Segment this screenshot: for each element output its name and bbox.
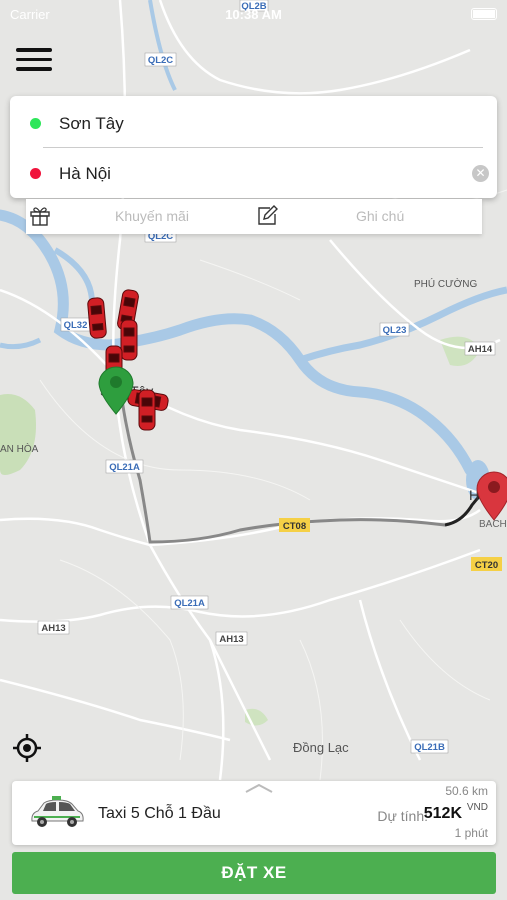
shield-ql32: QL32: [64, 320, 88, 331]
destination-dot-icon: [30, 168, 41, 179]
currency-label: VND: [466, 802, 488, 813]
note-label[interactable]: Ghi chú: [356, 208, 404, 224]
destination-text: Hà Nội: [59, 164, 111, 183]
place-dong-lac: Đồng Lạc: [293, 740, 349, 755]
shield-ql21a-2: QL21A: [174, 598, 205, 609]
gift-icon[interactable]: [29, 205, 51, 227]
clear-icon[interactable]: ✕: [472, 165, 489, 182]
vehicle-name: Taxi 5 Chỗ 1 Đầu: [98, 805, 221, 822]
taxi-car-icon: [31, 796, 84, 827]
shield-ql2c-1: QL2C: [148, 55, 173, 66]
car-icon: [138, 389, 156, 431]
shield-ql23: QL23: [383, 325, 407, 336]
duration-value: 1 phút: [454, 826, 488, 840]
place-phu-cuong: PHÚ CƯỜNG: [414, 277, 477, 290]
status-bar: Carrier 10:38 AM: [0, 0, 507, 28]
shield-ct08: CT08: [283, 521, 306, 532]
battery-icon: [471, 8, 497, 20]
estimate-label: Dự tính:: [377, 808, 428, 824]
edit-icon[interactable]: [256, 205, 278, 227]
price-value: 512K: [423, 805, 462, 822]
distance-value: 50.6 km: [445, 784, 488, 798]
shield-ah13-2: AH13: [219, 634, 243, 645]
promo-label[interactable]: Khuyến mãi: [115, 208, 189, 224]
origin-dot-icon: [30, 118, 41, 129]
origin-field[interactable]: Sơn Tây: [10, 98, 497, 148]
destination-field[interactable]: Hà Nội ✕: [10, 148, 497, 198]
car-icon: [120, 319, 138, 361]
shield-ql21a-1: QL21A: [109, 462, 140, 473]
book-button[interactable]: ĐẶT XE: [12, 852, 496, 894]
route-card: Sơn Tây Hà Nội ✕: [10, 96, 497, 198]
shield-ah14: AH14: [468, 344, 493, 355]
shield-ct20: CT20: [475, 560, 498, 571]
place-an-hoa: AN HÒA: [0, 442, 39, 455]
locate-icon[interactable]: [12, 733, 42, 763]
car-icon: [87, 297, 107, 339]
shield-ah13-1: AH13: [41, 623, 65, 634]
options-bar: Khuyến mãi Ghi chú: [26, 199, 482, 234]
place-bach: BACH: [479, 519, 507, 530]
shield-ql21b: QL21B: [414, 742, 445, 753]
clock: 10:38 AM: [225, 7, 282, 22]
origin-text: Sơn Tây: [59, 114, 124, 133]
chevron-up-icon[interactable]: [244, 782, 274, 794]
menu-icon[interactable]: [16, 48, 52, 76]
